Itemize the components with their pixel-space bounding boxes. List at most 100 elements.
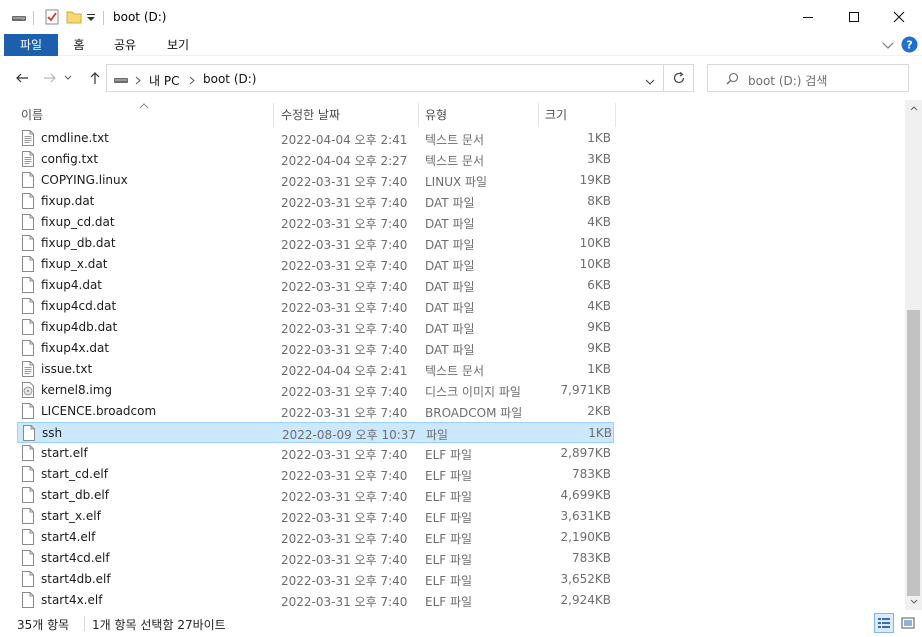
column-divider[interactable] <box>418 103 419 127</box>
properties-icon[interactable] <box>44 9 60 25</box>
new-folder-icon[interactable] <box>66 9 82 25</box>
file-row[interactable]: cmdline.txt 2022-04-04 오후 2:41 텍스트 문서 1KB <box>17 128 614 149</box>
file-date: 2022-03-31 오후 7:40 <box>281 406 408 420</box>
file-row[interactable]: fixup4.dat 2022-03-31 오후 7:40 DAT 파일 6KB <box>17 275 614 296</box>
column-header-size[interactable]: 크기 <box>545 103 567 127</box>
scroll-up-icon <box>910 106 917 111</box>
minimize-button[interactable] <box>785 0 831 34</box>
back-button[interactable] <box>12 68 32 88</box>
column-header-name[interactable]: 이름 <box>21 103 43 127</box>
expand-ribbon-icon[interactable] <box>882 40 894 54</box>
forward-button[interactable] <box>40 68 60 88</box>
tab-view[interactable]: 보기 <box>158 34 198 56</box>
file-row[interactable]: start.elf 2022-03-31 오후 7:40 ELF 파일 2,897KB <box>17 443 614 464</box>
chevron-down-icon <box>64 75 72 80</box>
file-size: 4KB <box>587 299 611 313</box>
up-button[interactable] <box>85 68 105 88</box>
file-row[interactable]: fixup_db.dat 2022-03-31 오후 7:40 DAT 파일 10KB <box>17 233 614 254</box>
file-row[interactable]: fixup.dat 2022-03-31 오후 7:40 DAT 파일 8KB <box>17 191 614 212</box>
file-icon <box>22 487 34 506</box>
file-type: ELF 파일 <box>425 469 473 483</box>
file-row[interactable]: fixup4cd.dat 2022-03-31 오후 7:40 DAT 파일 4KB <box>17 296 614 317</box>
column-divider[interactable] <box>615 103 616 127</box>
scroll-up-button[interactable] <box>905 100 922 117</box>
maximize-icon <box>849 12 859 22</box>
scroll-down-button[interactable] <box>905 593 922 610</box>
file-row[interactable]: fixup_x.dat 2022-03-31 오후 7:40 DAT 파일 10KB <box>17 254 614 275</box>
file-type: DAT 파일 <box>425 322 475 336</box>
tab-home[interactable]: 홈 <box>64 34 94 56</box>
breadcrumb-boot-drive[interactable]: boot (D:) <box>203 72 256 86</box>
file-row[interactable]: COPYING.linux 2022-03-31 오후 7:40 LINUX 파일 1… <box>17 170 614 191</box>
column-header-date[interactable]: 수정한 날짜 <box>281 103 340 127</box>
file-name: start_x.elf <box>41 509 101 523</box>
file-type: ELF 파일 <box>425 553 473 567</box>
help-icon[interactable]: ? <box>901 36 918 56</box>
details-view-button[interactable] <box>874 613 894 633</box>
file-row[interactable]: start_cd.elf 2022-03-31 오후 7:40 ELF 파일 783K… <box>17 464 614 485</box>
file-type: 텍스트 문서 <box>425 364 485 378</box>
column-divider[interactable] <box>273 103 274 127</box>
file-name: start_cd.elf <box>41 467 108 481</box>
column-divider[interactable] <box>538 103 539 127</box>
address-history-dropdown-icon[interactable] <box>645 75 655 89</box>
file-row[interactable]: issue.txt 2022-04-04 오후 2:41 텍스트 문서 1KB <box>17 359 614 380</box>
forward-arrow-icon <box>44 73 56 83</box>
file-row[interactable]: fixup_cd.dat 2022-03-31 오후 7:40 DAT 파일 4KB <box>17 212 614 233</box>
file-type: DAT 파일 <box>425 196 475 210</box>
file-date: 2022-03-31 오후 7:40 <box>281 322 408 336</box>
breadcrumb-separator-icon[interactable] <box>135 74 141 88</box>
large-icons-view-button[interactable] <box>898 613 918 633</box>
maximize-button[interactable] <box>831 0 877 34</box>
file-date: 2022-03-31 오후 7:40 <box>281 301 408 315</box>
file-size: 2KB <box>587 404 611 418</box>
file-icon <box>22 445 34 464</box>
file-icon <box>22 529 34 548</box>
file-row[interactable]: ssh 2022-08-09 오후 10:37 파일 1KB <box>17 422 614 443</box>
file-name: LICENCE.broadcom <box>41 404 157 418</box>
file-row[interactable]: start_db.elf 2022-03-31 오후 7:40 ELF 파일 4,69… <box>17 485 614 506</box>
breadcrumb-this-pc[interactable]: 내 PC <box>149 72 179 89</box>
minimize-icon <box>803 17 813 18</box>
file-row[interactable]: fixup4db.dat 2022-03-31 오후 7:40 DAT 파일 9KB <box>17 317 614 338</box>
file-row[interactable]: fixup4x.dat 2022-03-31 오후 7:40 DAT 파일 9KB <box>17 338 614 359</box>
file-row[interactable]: start_x.elf 2022-03-31 오후 7:40 ELF 파일 3,631… <box>17 506 614 527</box>
quick-access-dropdown-icon[interactable] <box>86 12 96 28</box>
file-date: 2022-03-31 오후 7:40 <box>281 574 408 588</box>
scroll-down-icon <box>910 599 917 604</box>
file-row[interactable]: start4cd.elf 2022-03-31 오후 7:40 ELF 파일 783K… <box>17 548 614 569</box>
file-size: 1KB <box>587 131 611 145</box>
scrollbar-thumb[interactable] <box>907 310 920 596</box>
text-file-icon <box>22 361 34 380</box>
file-size: 2,897KB <box>560 446 611 460</box>
file-row[interactable]: kernel8.img 2022-03-31 오후 7:40 디스크 이미지 파일 7… <box>17 380 614 401</box>
file-name: start4x.elf <box>41 593 103 607</box>
column-header-type[interactable]: 유형 <box>425 103 447 127</box>
file-icon <box>22 235 34 254</box>
file-icon <box>22 277 34 296</box>
vertical-scrollbar[interactable] <box>905 100 922 610</box>
file-type: ELF 파일 <box>425 490 473 504</box>
refresh-button[interactable] <box>664 64 694 92</box>
file-row[interactable]: LICENCE.broadcom 2022-03-31 오후 7:40 BROADC… <box>17 401 614 422</box>
status-divider <box>84 616 85 631</box>
file-icon <box>22 172 34 191</box>
file-name: config.txt <box>41 152 99 166</box>
file-row[interactable]: config.txt 2022-04-04 오후 2:27 텍스트 문서 3KB <box>17 149 614 170</box>
disc-image-icon <box>22 382 34 401</box>
close-button[interactable] <box>876 0 922 34</box>
file-row[interactable]: start4.elf 2022-03-31 오후 7:40 ELF 파일 2,190K… <box>17 527 614 548</box>
tab-file[interactable]: 파일 <box>4 34 58 56</box>
file-row[interactable]: start4x.elf 2022-03-31 오후 7:40 ELF 파일 2,924… <box>17 590 614 610</box>
refresh-icon <box>673 72 684 84</box>
file-icon <box>22 298 34 317</box>
address-bar[interactable]: 내 PC boot (D:) <box>106 64 664 92</box>
file-size: 9KB <box>587 320 611 334</box>
search-box[interactable]: boot (D:) 검색 <box>707 64 909 92</box>
tab-share[interactable]: 공유 <box>106 34 144 56</box>
file-row[interactable]: start4db.elf 2022-03-31 오후 7:40 ELF 파일 3,65… <box>17 569 614 590</box>
breadcrumb-separator-icon[interactable] <box>189 74 195 88</box>
recent-locations-button[interactable] <box>62 68 74 88</box>
file-name: fixup_db.dat <box>41 236 116 250</box>
drive-icon <box>113 71 129 90</box>
